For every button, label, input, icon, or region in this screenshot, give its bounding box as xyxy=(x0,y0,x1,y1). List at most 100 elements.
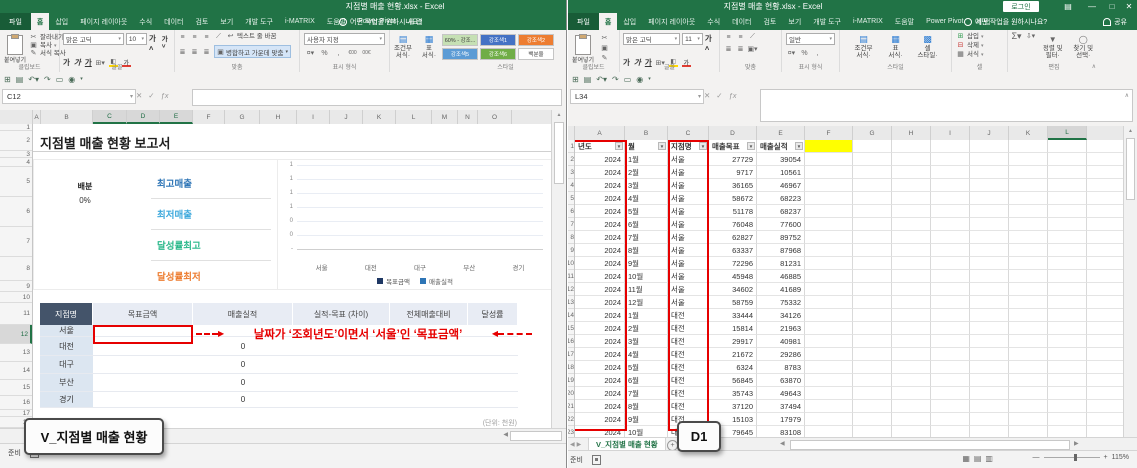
select-all-corner[interactable] xyxy=(0,110,33,124)
hscroll-thumb[interactable] xyxy=(510,431,562,441)
row-header[interactable]: 9 xyxy=(0,281,32,292)
filter-dropdown-icon[interactable]: ▼ xyxy=(658,142,666,150)
rate-cell[interactable] xyxy=(468,356,518,374)
scroll-right-icon[interactable]: ▶ xyxy=(1074,440,1079,449)
filter-dropdown-icon[interactable]: ▼ xyxy=(795,142,803,150)
formula-input[interactable] xyxy=(760,89,1133,122)
target-cell[interactable]: 37120 xyxy=(709,400,757,413)
scroll-left-icon[interactable]: ◀ xyxy=(503,431,508,440)
enter-icon[interactable]: ✓ xyxy=(716,91,722,100)
branch-name-cell[interactable]: 경기 xyxy=(40,392,93,408)
accounting-format-icon[interactable]: ¤▾ xyxy=(306,49,315,57)
month-cell[interactable]: 6월 xyxy=(625,374,668,387)
column-header[interactable]: G xyxy=(225,110,260,124)
month-cell[interactable]: 6월 xyxy=(625,218,668,231)
align-left-icon[interactable]: ≣ xyxy=(178,48,187,56)
month-cell[interactable]: 8월 xyxy=(625,244,668,257)
column-header[interactable]: E xyxy=(757,126,805,140)
actual-cell[interactable]: 17979 xyxy=(757,413,805,426)
cell-styles-button[interactable]: ▩ 셀 스타일· xyxy=(915,33,941,59)
ribbon-tab[interactable]: 개발 도구 xyxy=(239,13,279,30)
actual-cell[interactable]: 34126 xyxy=(757,309,805,322)
percent-style-icon[interactable]: % xyxy=(320,49,329,57)
row-header[interactable]: 1 xyxy=(568,140,574,153)
branch-name-cell[interactable]: 부산 xyxy=(40,374,93,392)
merge-center-button[interactable]: ▣ 병합하고 가운데 맞춤 ▾ xyxy=(214,45,291,58)
qat-more-icon[interactable]: ▾ xyxy=(648,76,651,82)
row-header[interactable]: 15 xyxy=(0,380,32,396)
copy-icon[interactable]: ▣ xyxy=(600,44,609,52)
month-cell[interactable]: 3월 xyxy=(625,335,668,348)
actual-cell[interactable]: 39054 xyxy=(757,153,805,166)
view-mode-icons[interactable]: ▦▤▥ xyxy=(962,454,997,463)
macro-record-icon[interactable] xyxy=(592,455,601,465)
column-header[interactable]: J xyxy=(330,110,363,124)
comma-style-icon[interactable]: , xyxy=(813,49,822,57)
fill-icon[interactable]: ⇩▾ xyxy=(1026,32,1035,40)
find-select-button[interactable]: ◯ 찾기 및 선택· xyxy=(1071,33,1097,59)
align-middle-icon[interactable]: ≡ xyxy=(736,33,745,41)
actual-cell[interactable]: 29286 xyxy=(757,348,805,361)
target-cell[interactable]: 62827 xyxy=(709,231,757,244)
column-header[interactable]: F xyxy=(805,126,853,140)
ribbon-tab[interactable]: 삽입 xyxy=(49,13,74,30)
zoom-slider[interactable] xyxy=(1044,457,1100,458)
formula-bar-collapse-icon[interactable]: ∧ xyxy=(1125,92,1129,99)
customize-qat-icon[interactable]: ⊞ xyxy=(4,75,11,84)
insert-function-icon[interactable]: ƒx xyxy=(729,91,737,100)
number-format-select[interactable]: 일반▾ xyxy=(786,33,835,45)
percent-style-icon[interactable]: % xyxy=(800,49,809,57)
align-left-icon[interactable]: ≣ xyxy=(724,45,733,53)
diff-cell[interactable] xyxy=(293,356,390,374)
actual-cell[interactable]: 46885 xyxy=(757,270,805,283)
row-header[interactable]: 10 xyxy=(0,292,32,303)
target-cell[interactable]: 27729 xyxy=(709,153,757,166)
column-header[interactable]: I xyxy=(931,126,970,140)
format-as-table-button[interactable]: ▦ 표 서식· xyxy=(883,33,909,59)
highlighted-cell-f1[interactable] xyxy=(805,140,853,153)
format-cells-button[interactable]: ▦서식 ▾ xyxy=(956,51,1003,59)
row-header[interactable]: 22 xyxy=(568,413,574,426)
name-box[interactable]: L34▾ xyxy=(570,89,704,104)
month-cell[interactable]: 7월 xyxy=(625,231,668,244)
grow-font-icon[interactable]: 가˄ xyxy=(149,33,160,53)
align-center-icon[interactable]: ≣ xyxy=(736,45,745,53)
row-header[interactable]: 15 xyxy=(568,322,574,335)
column-header[interactable]: O xyxy=(478,110,512,124)
month-cell[interactable]: 10월 xyxy=(625,426,668,437)
insert-function-icon[interactable]: ƒx xyxy=(161,91,169,100)
name-box[interactable]: C12▾ xyxy=(2,89,136,104)
row-header[interactable]: 1 xyxy=(0,124,32,131)
ribbon-tab[interactable]: 홈 xyxy=(31,13,49,30)
target-cell[interactable]: 58759 xyxy=(709,296,757,309)
ribbon-tab[interactable]: i-MATRIX xyxy=(279,13,321,30)
align-center-icon[interactable]: ≣ xyxy=(190,48,199,56)
row-header[interactable]: 4 xyxy=(568,179,574,192)
format-as-table-button[interactable]: ▦ 표 서식· xyxy=(416,33,442,61)
enter-icon[interactable]: ✓ xyxy=(148,91,154,100)
row-header[interactable]: 3 xyxy=(0,151,32,158)
target-cell[interactable] xyxy=(93,374,193,392)
cell-style-chip[interactable]: 강조색1 xyxy=(480,34,516,46)
font-size-select[interactable]: 10▾ xyxy=(126,33,147,45)
month-cell[interactable]: 1월 xyxy=(625,309,668,322)
month-cell[interactable]: 5월 xyxy=(625,361,668,374)
paste-button[interactable]: 붙여넣기 xyxy=(3,32,27,64)
target-cell[interactable]: 21672 xyxy=(709,348,757,361)
target-cell[interactable]: 58672 xyxy=(709,192,757,205)
actual-cell[interactable]: 37494 xyxy=(757,400,805,413)
rate-cell[interactable] xyxy=(468,374,518,392)
cell-style-chip[interactable]: 강조색2 xyxy=(518,34,554,46)
column-header[interactable]: L xyxy=(396,110,432,124)
column-header[interactable]: B xyxy=(625,126,668,140)
target-cell[interactable]: 63337 xyxy=(709,244,757,257)
ribbon-display-options-icon[interactable]: ▤ xyxy=(1060,0,1076,13)
column-header[interactable]: K xyxy=(363,110,396,124)
row-header[interactable]: 11 xyxy=(0,303,32,325)
actual-cell[interactable]: 41689 xyxy=(757,283,805,296)
actual-cell[interactable]: 87968 xyxy=(757,244,805,257)
row-header[interactable]: 20 xyxy=(568,387,574,400)
maximize-button[interactable]: □ xyxy=(1104,0,1120,13)
ribbon-tab[interactable]: 삽입 xyxy=(617,13,642,30)
align-top-icon[interactable]: ≡ xyxy=(178,33,187,41)
